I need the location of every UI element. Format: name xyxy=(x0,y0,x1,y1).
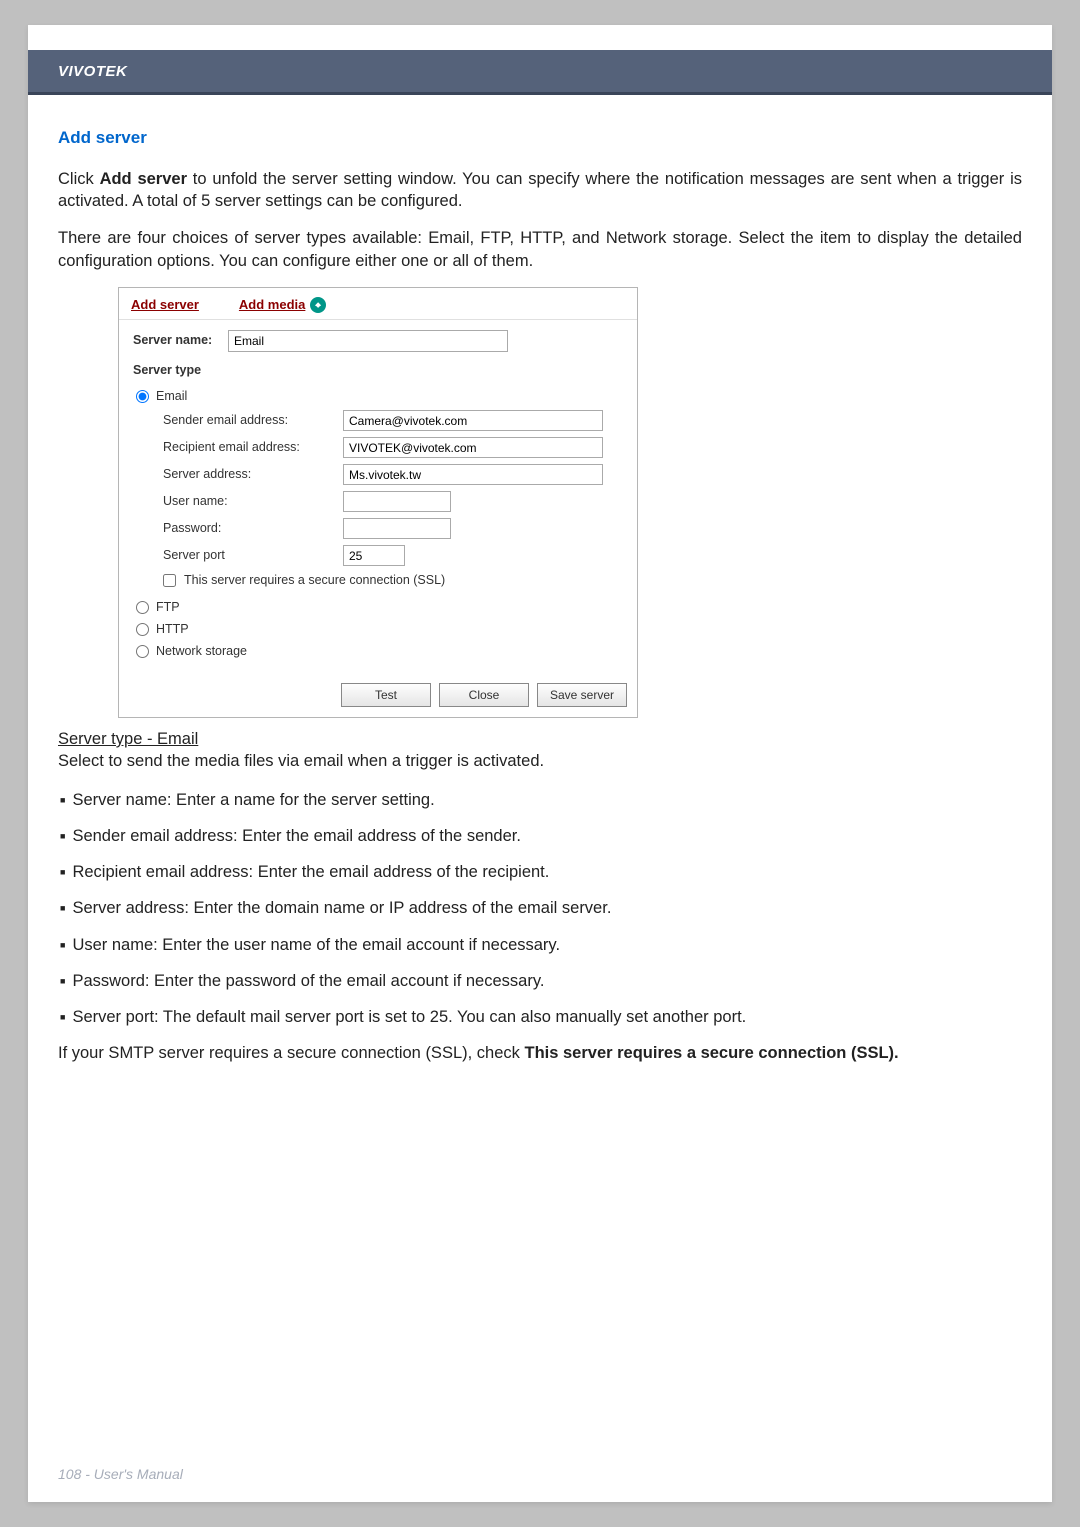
port-input[interactable] xyxy=(343,545,405,566)
radio-ftp-input[interactable] xyxy=(136,601,149,614)
port-label: Server port xyxy=(163,547,343,564)
panel-tabs: Add server Add media xyxy=(119,288,637,320)
sub-description: Select to send the media files via email… xyxy=(58,750,1022,772)
list-item: User name: Enter the user name of the em… xyxy=(60,934,1022,956)
radio-http-input[interactable] xyxy=(136,623,149,636)
server-name-input[interactable] xyxy=(228,330,508,352)
recipient-label: Recipient email address: xyxy=(163,439,343,456)
sender-label: Sender email address: xyxy=(163,412,343,429)
list-item: Password: Enter the password of the emai… xyxy=(60,970,1022,992)
page-header: VIVOTEK xyxy=(28,50,1052,92)
server-addr-input[interactable] xyxy=(343,464,603,485)
list-item: Recipient email address: Enter the email… xyxy=(60,861,1022,883)
list-item: Server port: The default mail server por… xyxy=(60,1006,1022,1028)
help-icon[interactable] xyxy=(310,297,326,313)
radio-ftp[interactable]: FTP xyxy=(133,599,623,616)
username-label: User name: xyxy=(163,493,343,510)
test-button[interactable]: Test xyxy=(341,683,431,707)
ssl-checkbox[interactable] xyxy=(163,574,176,587)
paragraph-2: There are four choices of server types a… xyxy=(58,227,1022,272)
ssl-note: If your SMTP server requires a secure co… xyxy=(58,1042,1022,1064)
tab-add-media[interactable]: Add media xyxy=(239,296,326,314)
list-item: Sender email address: Enter the email ad… xyxy=(60,825,1022,847)
list-item: Server name: Enter a name for the server… xyxy=(60,789,1022,811)
username-input[interactable] xyxy=(343,491,451,512)
radio-email[interactable]: Email xyxy=(133,388,623,405)
bullet-list: Server name: Enter a name for the server… xyxy=(60,789,1022,1029)
radio-email-input[interactable] xyxy=(136,390,149,403)
radio-http[interactable]: HTTP xyxy=(133,621,623,638)
close-button[interactable]: Close xyxy=(439,683,529,707)
password-input[interactable] xyxy=(343,518,451,539)
server-addr-label: Server address: xyxy=(163,466,343,483)
tab-add-server[interactable]: Add server xyxy=(131,296,199,314)
server-type-heading: Server type xyxy=(133,362,623,379)
brand-logo: VIVOTEK xyxy=(58,63,127,80)
add-server-panel: Add server Add media Server name: Server… xyxy=(118,287,638,718)
subheading-server-type-email: Server type - Email xyxy=(58,728,1022,750)
recipient-input[interactable] xyxy=(343,437,603,458)
ssl-checkbox-label: This server requires a secure connection… xyxy=(184,572,445,589)
server-name-label: Server name: xyxy=(133,332,228,349)
radio-network-storage[interactable]: Network storage xyxy=(133,643,623,660)
radio-network-storage-input[interactable] xyxy=(136,645,149,658)
sender-input[interactable] xyxy=(343,410,603,431)
intro-paragraph: Click Add server to unfold the server se… xyxy=(58,168,1022,213)
page-footer: 108 - User's Manual xyxy=(58,1466,183,1482)
password-label: Password: xyxy=(163,520,343,537)
list-item: Server address: Enter the domain name or… xyxy=(60,897,1022,919)
save-server-button[interactable]: Save server xyxy=(537,683,627,707)
section-title: Add server xyxy=(58,127,1022,150)
